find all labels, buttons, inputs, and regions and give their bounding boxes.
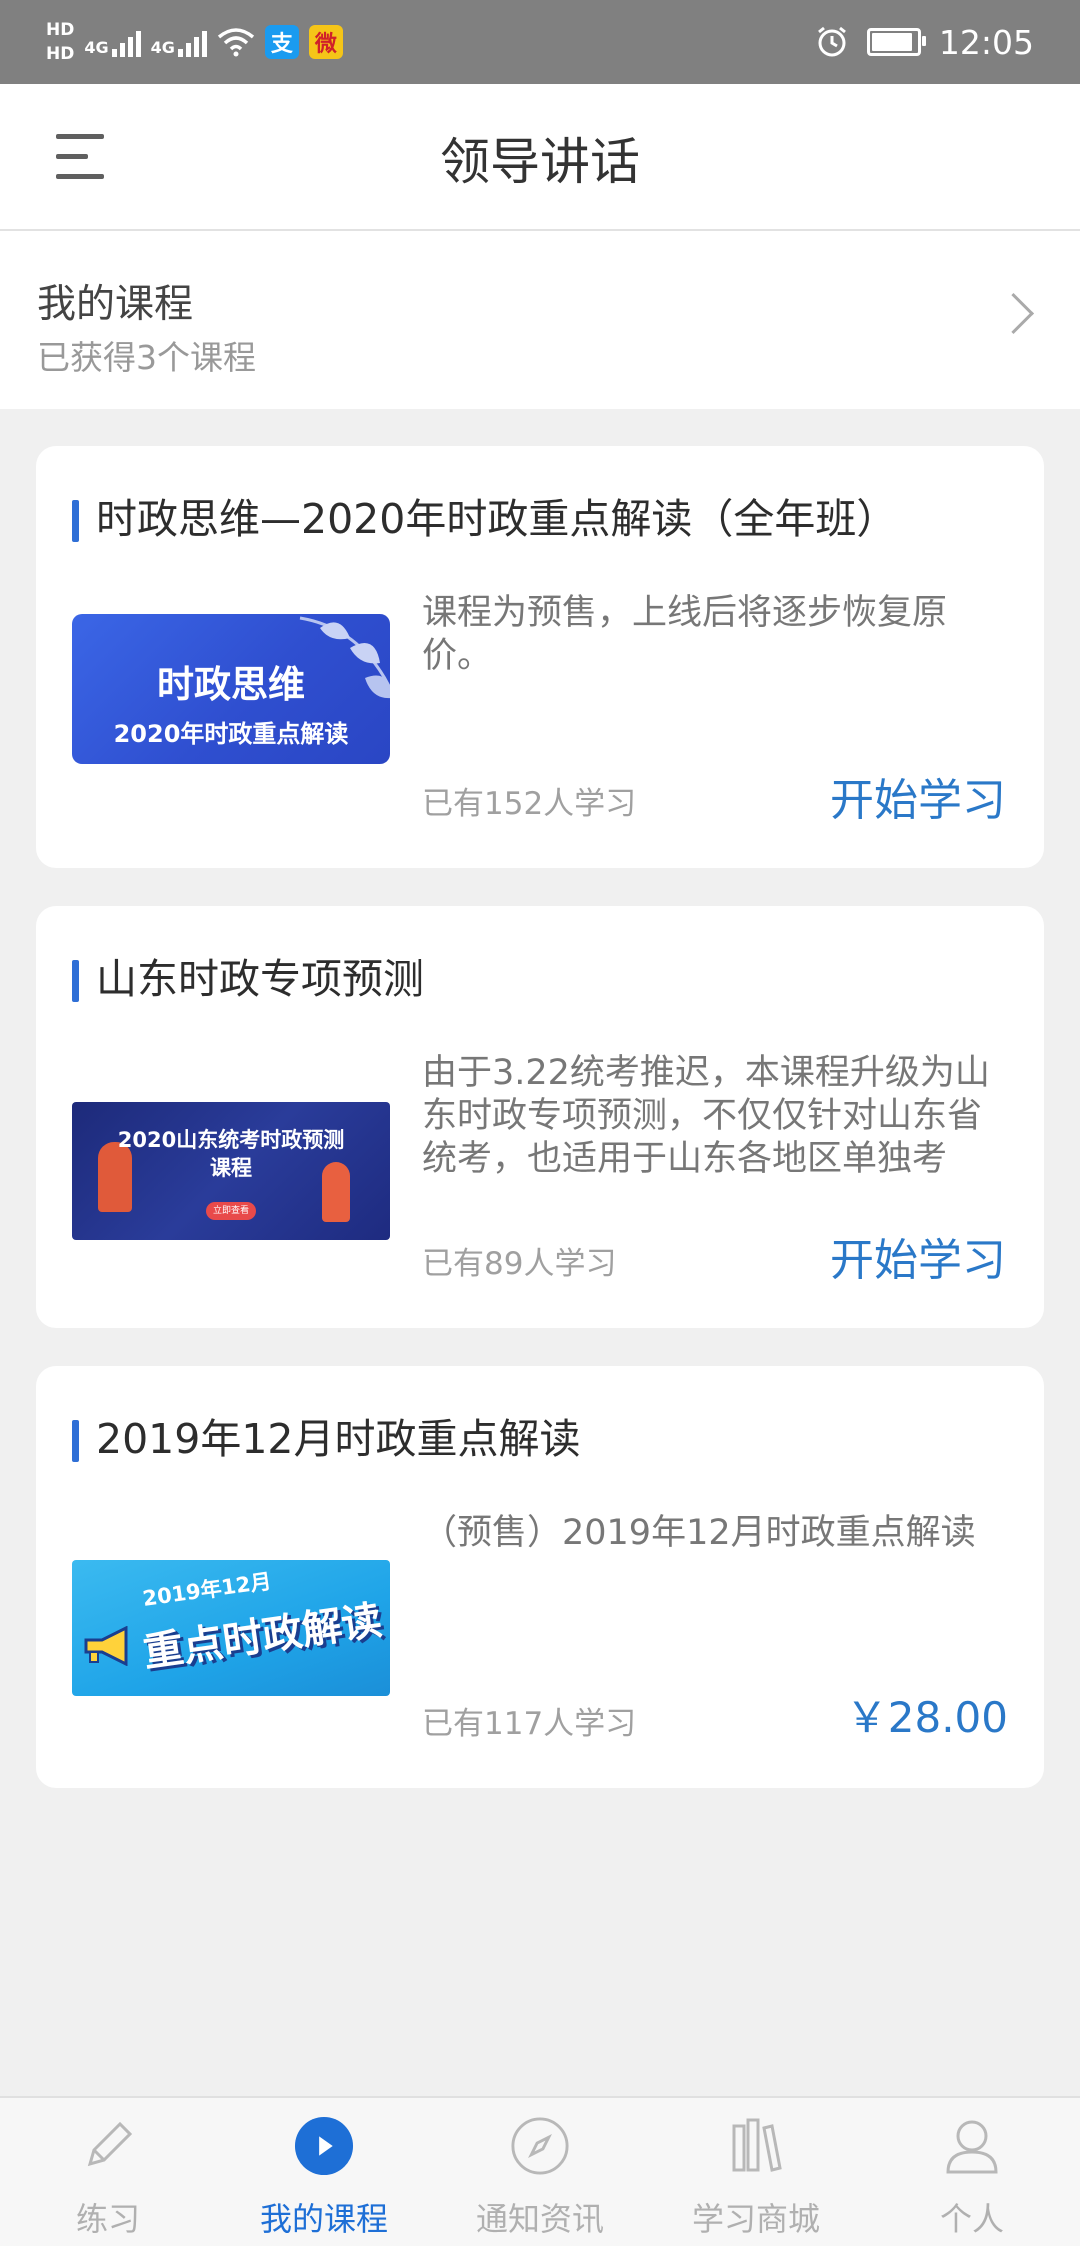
app-bar: 领导讲话 [0,84,1080,231]
signal-bars-icon [111,27,141,57]
clock: 12:05 [938,22,1034,62]
my-courses-count: 已获得3个课程 [37,338,256,377]
megaphone-icon [84,1626,128,1666]
learner-count: 已有152人学习 [422,786,637,822]
nav-practice[interactable]: 练习 [0,2098,216,2246]
course-card[interactable]: 山东时政专项预测 2020山东统考时政预测 课程 立即查看 由于3.22统考推迟… [36,906,1044,1328]
page-title: 领导讲话 [440,133,640,191]
battery-icon [866,28,926,56]
books-icon [726,2116,786,2176]
my-courses-title: 我的课程 [37,282,194,327]
course-thumbnail[interactable]: 2020山东统考时政预测 课程 立即查看 [72,1102,390,1240]
course-title: 2019年12月时政重点解读 [72,1410,581,1468]
start-learning-button[interactable]: 开始学习 [830,764,1006,828]
course-card[interactable]: 时政思维—2020年时政重点解读（全年班） 时政思维 2020年时政重点解读 课… [36,446,1044,868]
status-bar: HD HD 4G 4G 支 微 12:05 [0,0,1080,84]
nav-my-courses[interactable]: 我的课程 [216,2098,432,2246]
alipay-icon: 支 [264,25,299,59]
hd-badge-1: HD [46,20,75,40]
start-learning-button[interactable]: 开始学习 [830,1224,1006,1288]
signal-4g-1: 4G [84,27,141,57]
wifi-icon [217,28,254,57]
hd-badge-2: HD [46,44,75,64]
course-price[interactable]: ￥28.00 [846,1684,1008,1745]
nav-profile[interactable]: 个人 [864,2098,1080,2246]
alarm-icon [817,26,846,57]
signal-bars-icon [177,27,207,57]
course-title: 山东时政专项预测 [72,950,424,1008]
nav-store[interactable]: 学习商城 [648,2098,864,2246]
nav-label: 通知资讯 [475,2200,604,2238]
signal-4g-2: 4G [151,27,207,57]
network-type-2: 4G [150,38,175,57]
compass-icon [510,2116,570,2176]
course-description: 课程为预售，上线后将逐步恢复原价。 [422,593,948,676]
person-icon [942,2116,1002,2176]
nav-label: 练习 [75,2200,140,2238]
nav-label: 个人 [939,2200,1004,2238]
thumbnail-view-button: 立即查看 [206,1202,256,1220]
nav-label: 学习商城 [691,2200,820,2238]
course-title: 时政思维—2020年时政重点解读（全年班） [72,490,897,548]
pencil-icon [78,2116,138,2176]
course-description: 由于3.22统考推迟，本课程升级为山东时政专项预测，不仅仅针对山东省统考，也适用… [422,1053,990,1179]
course-thumbnail[interactable]: 时政思维 2020年时政重点解读 [72,614,390,764]
network-type-1: 4G [84,38,109,57]
learner-count: 已有117人学习 [422,1706,637,1742]
bottom-nav: 练习 我的课程 通知资讯 学习商城 个人 [0,2096,1080,2246]
chevron-right-icon [992,292,1035,335]
nav-news[interactable]: 通知资讯 [432,2098,648,2246]
learner-count: 已有89人学习 [422,1246,617,1282]
thumbnail-subheading: 课程 [210,1156,252,1180]
thumbnail-subheading: 2020年时政重点解读 [113,720,349,748]
course-description: （预售）2019年12月时政重点解读 [422,1513,976,1553]
my-courses-row[interactable]: 我的课程 已获得3个课程 [0,231,1080,409]
weibo-icon: 微 [308,25,343,59]
course-card[interactable]: 2019年12月时政重点解读 2019年12月 重点时政解读 （预售）2019年… [36,1366,1044,1788]
thumbnail-heading: 2020山东统考时政预测 [117,1128,345,1152]
course-thumbnail[interactable]: 2019年12月 重点时政解读 [72,1560,390,1696]
nav-label: 我的课程 [259,2200,388,2238]
play-icon [294,2116,354,2176]
thumbnail-heading: 时政思维 [157,663,305,706]
